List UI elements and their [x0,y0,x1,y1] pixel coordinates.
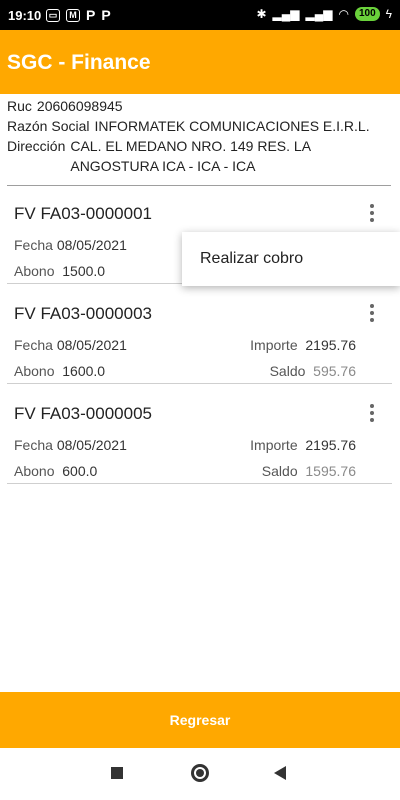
fecha-row: Fecha 08/05/2021 [14,337,127,353]
direccion-label: Dirección [7,138,66,154]
back-icon[interactable] [274,766,286,780]
parking-icon: P [86,7,96,23]
ruc-row: Ruc 20606098945 [7,96,397,116]
fecha-row: Fecha 08/05/2021 [14,237,127,253]
invoice-number: FV FA03-0000005 [14,404,152,423]
realizar-cobro-menu-item[interactable]: Realizar cobro [200,250,303,268]
card-divider [7,383,392,384]
abono-row: Abono 600.0 [14,463,97,479]
bluetooth-icon: ✱ [256,7,267,21]
invoice-card[interactable]: FV FA03-0000005 Fecha 08/05/2021 Importe… [7,388,392,484]
ruc-label: Ruc [7,98,32,114]
fecha-label: Fecha [14,237,53,253]
fecha-value: 08/05/2021 [56,337,127,353]
saldo-label: Saldo [261,463,298,479]
razon-social-row: Razón Social INFORMATEK COMUNICACIONES E… [7,116,397,136]
ruc-value: 20606098945 [36,98,123,114]
invoice-number: FV FA03-0000001 [14,204,152,223]
more-options-icon[interactable] [369,404,375,424]
abono-row: Abono 1500.0 [14,263,105,279]
page-title: SGC - Finance [7,51,151,74]
direccion-value: CAL. EL MEDANO NRO. 149 RES. LA ANGOSTUR… [70,138,311,174]
info-divider [7,185,391,186]
direccion-row: Dirección CAL. EL MEDANO NRO. 149 RES. L… [7,136,397,176]
abono-label: Abono [14,363,55,379]
abono-value: 600.0 [62,463,98,479]
fecha-label: Fecha [14,437,53,453]
fecha-row: Fecha 08/05/2021 [14,437,127,453]
nav-bar [0,748,400,800]
notification-icons: ▭ M P P [46,8,111,22]
abono-label: Abono [14,263,55,279]
saldo-row: Saldo 595.76 [270,363,356,379]
importe-row: Importe 2195.76 [250,337,356,353]
fecha-label: Fecha [14,337,53,353]
status-bar: 19:10 ▭ M P P ✱ ▂▄▆ ▂▄▆ ◠ 100 ϟ [0,0,400,30]
back-button[interactable]: Regresar [0,692,400,748]
importe-value: 2195.76 [305,337,356,353]
invoice-card[interactable]: FV FA03-0000003 Fecha 08/05/2021 Importe… [7,288,392,384]
more-options-icon[interactable] [369,304,375,324]
charging-icon: ϟ [385,7,392,21]
home-icon[interactable] [191,764,209,782]
importe-label: Importe [250,337,298,353]
fecha-value: 08/05/2021 [56,237,127,253]
status-time: 19:10 [8,8,42,23]
app-header: SGC - Finance [0,30,400,94]
abono-value: 1600.0 [62,363,106,379]
battery-icon: 100 [354,7,380,21]
mail-icon: ▭ [46,8,60,22]
signal-icon: ▂▄▆ [305,7,333,21]
recent-apps-icon[interactable] [111,767,123,779]
parking-icon: P [101,7,111,23]
system-icons: ✱ ▂▄▆ ▂▄▆ ◠ 100 ϟ [256,7,392,21]
fecha-value: 08/05/2021 [56,437,127,453]
importe-label: Importe [250,437,298,453]
abono-label: Abono [14,463,55,479]
popup-menu: Realizar cobro [182,232,400,286]
card-divider [7,483,392,484]
signal-icon: ▂▄▆ [272,7,300,21]
invoice-number: FV FA03-0000003 [14,304,152,323]
more-options-icon[interactable] [369,204,375,224]
saldo-label: Saldo [269,363,306,379]
razon-social-label: Razón Social [7,118,90,134]
importe-row: Importe 2195.76 [250,437,356,453]
razon-social-value: INFORMATEK COMUNICACIONES E.I.R.L. [94,118,370,134]
message-icon: M [66,8,80,22]
importe-value: 2195.76 [305,437,356,453]
abono-row: Abono 1600.0 [14,363,105,379]
customer-info: Ruc 20606098945 Razón Social INFORMATEK … [7,96,397,176]
saldo-value: 595.76 [313,363,356,379]
wifi-icon: ◠ [338,7,349,21]
saldo-row: Saldo 1595.76 [262,463,356,479]
abono-value: 1500.0 [62,263,106,279]
saldo-value: 1595.76 [305,463,356,479]
